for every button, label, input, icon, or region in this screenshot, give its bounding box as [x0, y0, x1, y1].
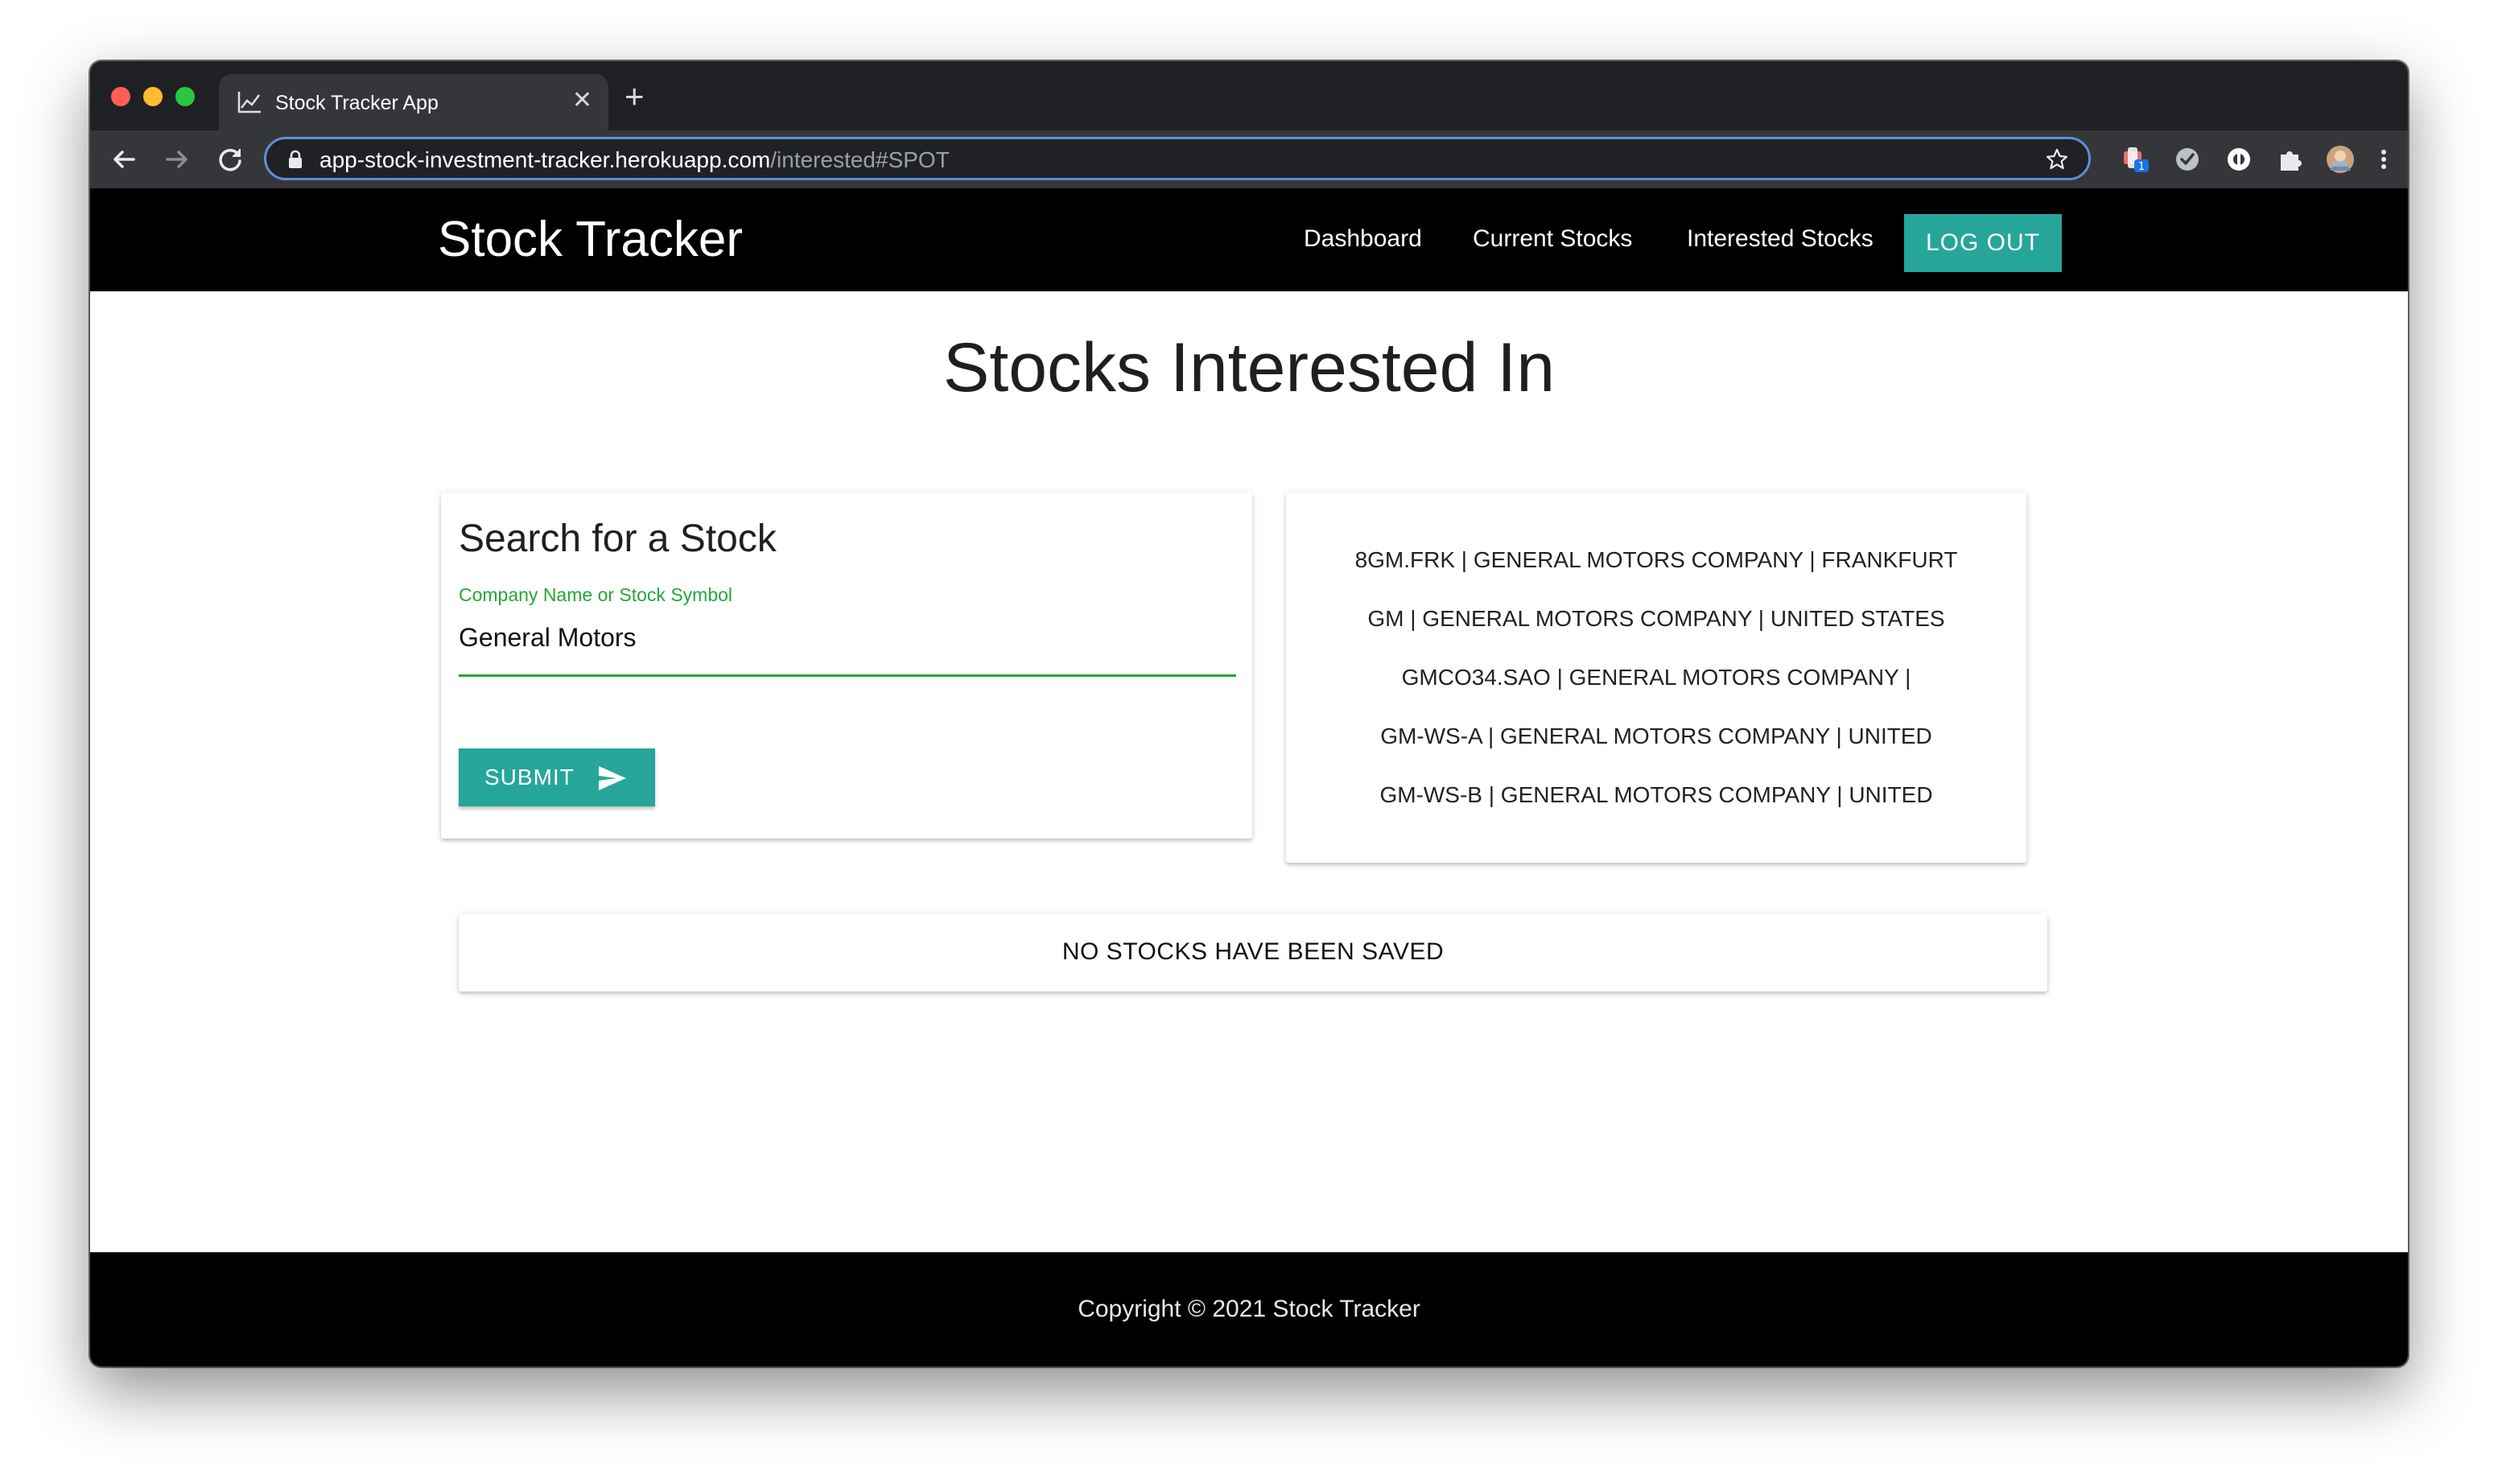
browser-toolbar: app-stock-investment-tracker.herokuapp.c…	[90, 130, 2408, 188]
more-menu-icon[interactable]	[2376, 145, 2392, 174]
browser-titlebar: Stock Tracker App ✕ +	[90, 61, 2408, 130]
submit-button-label: SUBMIT	[484, 765, 575, 789]
search-input-underline	[459, 674, 1236, 677]
browser-tab[interactable]: Stock Tracker App ✕	[219, 74, 608, 130]
reload-icon[interactable]	[212, 142, 248, 177]
brand-logo[interactable]: Stock Tracker	[438, 211, 743, 268]
forward-arrow-icon[interactable]	[159, 142, 195, 177]
search-card-title: Search for a Stock	[459, 517, 777, 560]
nav-dashboard[interactable]: Dashboard	[1304, 225, 1422, 253]
bookmark-star-icon[interactable]	[2045, 147, 2069, 171]
search-results-card: 8GM.FRK | GENERAL MOTORS COMPANY | FRANK…	[1286, 493, 2026, 863]
back-arrow-icon[interactable]	[106, 142, 142, 177]
tab-title: Stock Tracker App	[275, 92, 439, 114]
empty-saved-message: NO STOCKS HAVE BEEN SAVED	[1061, 938, 1445, 965]
nav-current-stocks[interactable]: Current Stocks	[1473, 225, 1632, 253]
extension-check-icon[interactable]	[2173, 145, 2202, 174]
minimize-window-button[interactable]	[143, 87, 163, 106]
search-input[interactable]: General Motors	[459, 623, 637, 653]
search-result-item[interactable]: GM-WS-A | GENERAL MOTORS COMPANY | UNITE…	[1286, 723, 2026, 749]
search-result-item[interactable]: 8GM.FRK | GENERAL MOTORS COMPANY | FRANK…	[1286, 547, 2026, 573]
browser-window: Stock Tracker App ✕ + app-stock-investme…	[90, 61, 2408, 1367]
lock-icon	[289, 150, 302, 168]
extension-badge-count: 1	[2138, 161, 2145, 173]
search-result-item[interactable]: GM-WS-B | GENERAL MOTORS COMPANY | UNITE…	[1286, 782, 2026, 808]
submit-button[interactable]: SUBMIT	[459, 748, 655, 806]
maximize-window-button[interactable]	[175, 87, 195, 106]
page-title: Stocks Interested In	[942, 329, 1556, 406]
footer: Copyright © 2021 Stock Tracker	[90, 1252, 2408, 1367]
logout-button[interactable]: LOG OUT	[1904, 214, 2062, 272]
new-tab-button[interactable]: +	[624, 80, 645, 113]
nav-interested-stocks[interactable]: Interested Stocks	[1687, 225, 1874, 253]
copyright-text: Copyright © 2021 Stock Tracker	[1078, 1296, 1420, 1322]
app-header: Stock Tracker Dashboard Current Stocks I…	[90, 188, 2408, 291]
avatar[interactable]	[2326, 145, 2355, 174]
extension-alert-icon[interactable]: 1	[2121, 145, 2150, 174]
close-tab-icon[interactable]: ✕	[572, 89, 592, 113]
puzzle-piece-icon[interactable]	[2276, 145, 2305, 174]
search-result-item[interactable]: GMCO34.SAO | GENERAL MOTORS COMPANY |	[1286, 665, 2026, 690]
extension-circle-icon[interactable]	[2224, 145, 2253, 174]
chart-line-icon	[237, 92, 261, 113]
search-result-item[interactable]: GM | GENERAL MOTORS COMPANY | UNITED STA…	[1286, 606, 2026, 632]
send-icon	[599, 766, 626, 790]
search-field-label: Company Name or Stock Symbol	[459, 584, 733, 605]
search-card: Search for a Stock Company Name or Stock…	[441, 493, 1252, 839]
address-bar[interactable]: app-stock-investment-tracker.herokuapp.c…	[264, 137, 2091, 180]
url-text: app-stock-investment-tracker.herokuapp.c…	[319, 147, 950, 172]
saved-stocks-panel: NO STOCKS HAVE BEEN SAVED	[459, 914, 2047, 991]
close-window-button[interactable]	[111, 87, 130, 106]
